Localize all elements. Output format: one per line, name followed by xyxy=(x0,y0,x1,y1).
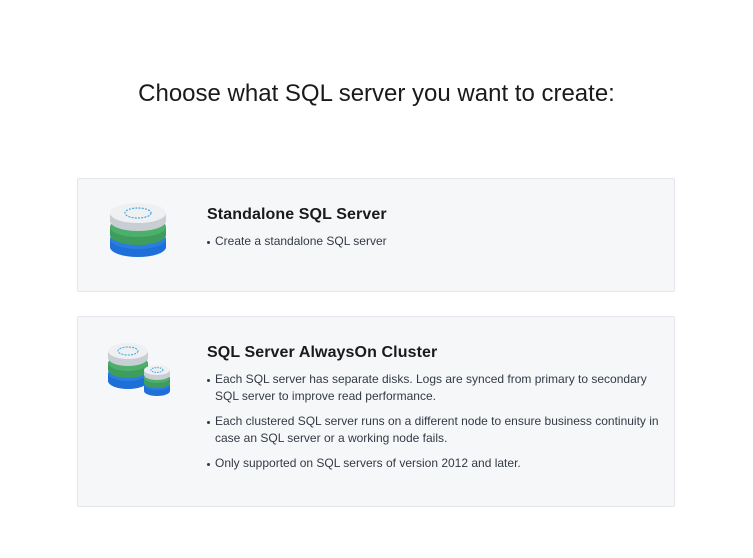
page-title: Choose what SQL server you want to creat… xyxy=(138,80,615,107)
list-item: Only supported on SQL servers of version… xyxy=(207,455,660,472)
list-item: Create a standalone SQL server xyxy=(207,233,660,250)
option-card-standalone-sql-server[interactable]: Standalone SQL Server Create a standalon… xyxy=(77,178,675,292)
database-cluster-icon xyxy=(106,339,170,403)
list-item: Each SQL server has separate disks. Logs… xyxy=(207,371,660,405)
option-title: Standalone SQL Server xyxy=(207,206,387,223)
option-card-sql-server-alwayson-cluster[interactable]: SQL Server AlwaysOn Cluster Each SQL ser… xyxy=(77,316,675,507)
option-description-list: Create a standalone SQL server xyxy=(207,233,660,250)
option-description-list: Each SQL server has separate disks. Logs… xyxy=(207,371,660,472)
database-stack-icon xyxy=(106,199,170,263)
option-title: SQL Server AlwaysOn Cluster xyxy=(207,344,438,361)
list-item: Each clustered SQL server runs on a diff… xyxy=(207,413,660,447)
